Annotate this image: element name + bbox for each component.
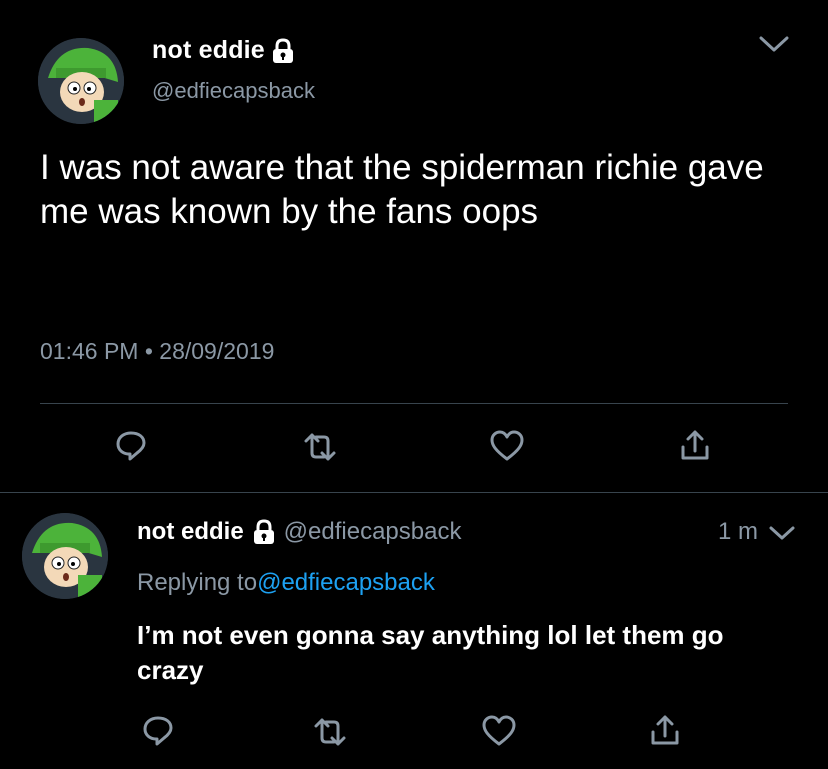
like-icon[interactable] xyxy=(481,713,517,749)
avatar[interactable] xyxy=(22,513,108,599)
tweet-text: I’m not even gonna say anything lol let … xyxy=(137,620,724,685)
tweet-time-ago[interactable]: 1 m xyxy=(718,518,758,546)
divider xyxy=(0,492,828,493)
avatar[interactable] xyxy=(38,38,124,124)
share-icon[interactable] xyxy=(647,712,683,748)
tweet-timestamp: 01:46 PM • 28/09/2019 xyxy=(40,338,274,365)
replying-to-mention[interactable]: @edfiecapsback xyxy=(257,569,435,596)
like-icon[interactable] xyxy=(489,428,525,464)
tweet-time: 01:46 PM xyxy=(40,338,139,364)
retweet-icon[interactable] xyxy=(312,714,348,750)
divider xyxy=(40,403,788,404)
lock-icon xyxy=(271,37,295,64)
avatar-image xyxy=(38,38,124,124)
reply-header: not eddie @edfiecapsback xyxy=(137,518,461,546)
replying-to: Replying to@edfiecapsback xyxy=(137,569,435,597)
author-handle[interactable]: @edfiecapsback xyxy=(152,78,315,104)
meta-separator: • xyxy=(144,338,153,364)
lock-icon xyxy=(252,519,276,545)
chevron-down-icon[interactable] xyxy=(767,520,797,546)
retweet-icon[interactable] xyxy=(302,429,338,465)
author-name[interactable]: not eddie xyxy=(137,518,244,546)
author-handle[interactable]: @edfiecapsback xyxy=(284,518,462,546)
avatar-image xyxy=(22,513,108,599)
author-name[interactable]: not eddie xyxy=(152,36,265,65)
tweet-date[interactable]: 28/09/2019 xyxy=(159,338,274,364)
reply-icon[interactable] xyxy=(140,712,176,748)
tweet-text: I was not aware that the spiderman richi… xyxy=(40,148,764,231)
share-icon[interactable] xyxy=(677,427,713,463)
reply-icon[interactable] xyxy=(113,427,149,463)
replying-to-label: Replying to xyxy=(137,569,258,596)
chevron-down-icon[interactable] xyxy=(757,30,791,58)
author-name-row[interactable]: not eddie xyxy=(152,36,295,65)
